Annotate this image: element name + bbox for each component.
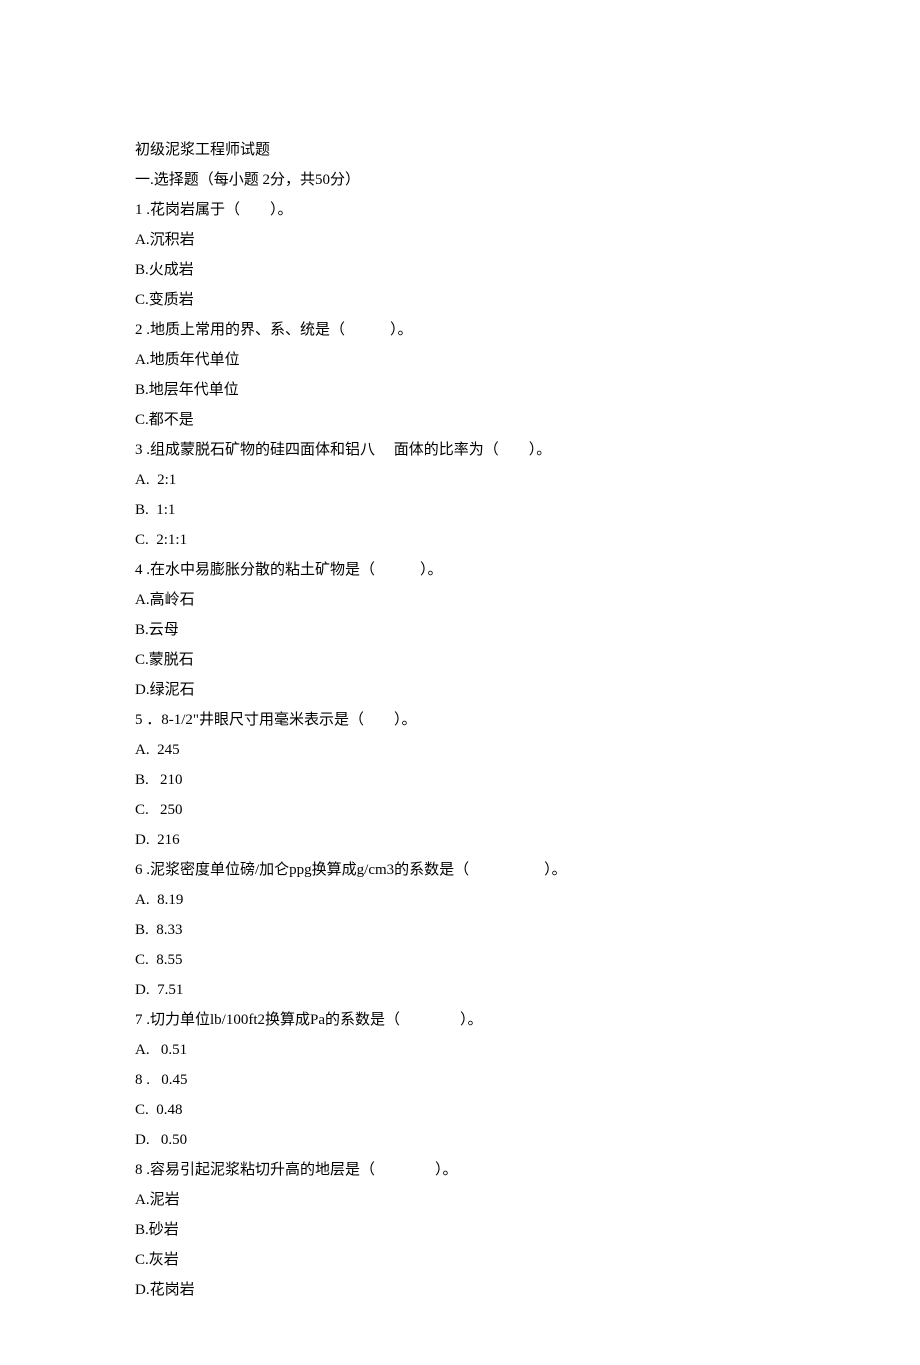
question-prompt: 5 ．8-1/2"井眼尺寸用毫米表示是（ ）。: [135, 705, 785, 735]
question-option: A. 0.51: [135, 1035, 785, 1065]
question-option: B. 8.33: [135, 915, 785, 945]
question-option: B.地层年代单位: [135, 375, 785, 405]
question-option: C. 0.48: [135, 1095, 785, 1125]
question-prompt: 2 .地质上常用的界、系、统是（ ）。: [135, 315, 785, 345]
question-option: C.灰岩: [135, 1245, 785, 1275]
question-option: A. 245: [135, 735, 785, 765]
question-option: D.花岗岩: [135, 1275, 785, 1305]
question-option: C. 8.55: [135, 945, 785, 975]
question-option: A.沉积岩: [135, 225, 785, 255]
section-header: 一.选择题（每小题 2分，共50分）: [135, 165, 785, 195]
question-option: C. 250: [135, 795, 785, 825]
question-option: B.云母: [135, 615, 785, 645]
question-option: B. 210: [135, 765, 785, 795]
question-option: B.火成岩: [135, 255, 785, 285]
question-option: A.地质年代单位: [135, 345, 785, 375]
question-prompt: 8 .容易引起泥浆粘切升高的地层是（ ）。: [135, 1155, 785, 1185]
question-prompt: 3 .组成蒙脱石矿物的硅四面体和铝八 面体的比率为（ ）。: [135, 435, 785, 465]
question-option: A.高岭石: [135, 585, 785, 615]
question-option: A.泥岩: [135, 1185, 785, 1215]
question-prompt: 7 .切力单位lb/100ft2换算成Pa的系数是（ ）。: [135, 1005, 785, 1035]
question-option: C.都不是: [135, 405, 785, 435]
question-option: D. 7.51: [135, 975, 785, 1005]
question-option: B.砂岩: [135, 1215, 785, 1245]
question-prompt: 4 .在水中易膨胀分散的粘土矿物是（ ）。: [135, 555, 785, 585]
question-option: D.绿泥石: [135, 675, 785, 705]
question-prompt: 6 .泥浆密度单位磅/加仑ppg换算成g/cm3的系数是（ ）。: [135, 855, 785, 885]
question-prompt: 1 .花岗岩属于（ ）。: [135, 195, 785, 225]
question-option: B. 1:1: [135, 495, 785, 525]
question-option: D. 216: [135, 825, 785, 855]
question-option: A. 8.19: [135, 885, 785, 915]
document-title: 初级泥浆工程师试题: [135, 135, 785, 165]
question-option: C.变质岩: [135, 285, 785, 315]
question-option: 8 . 0.45: [135, 1065, 785, 1095]
question-option: C.蒙脱石: [135, 645, 785, 675]
question-option: C. 2:1:1: [135, 525, 785, 555]
question-option: A. 2:1: [135, 465, 785, 495]
question-option: D. 0.50: [135, 1125, 785, 1155]
